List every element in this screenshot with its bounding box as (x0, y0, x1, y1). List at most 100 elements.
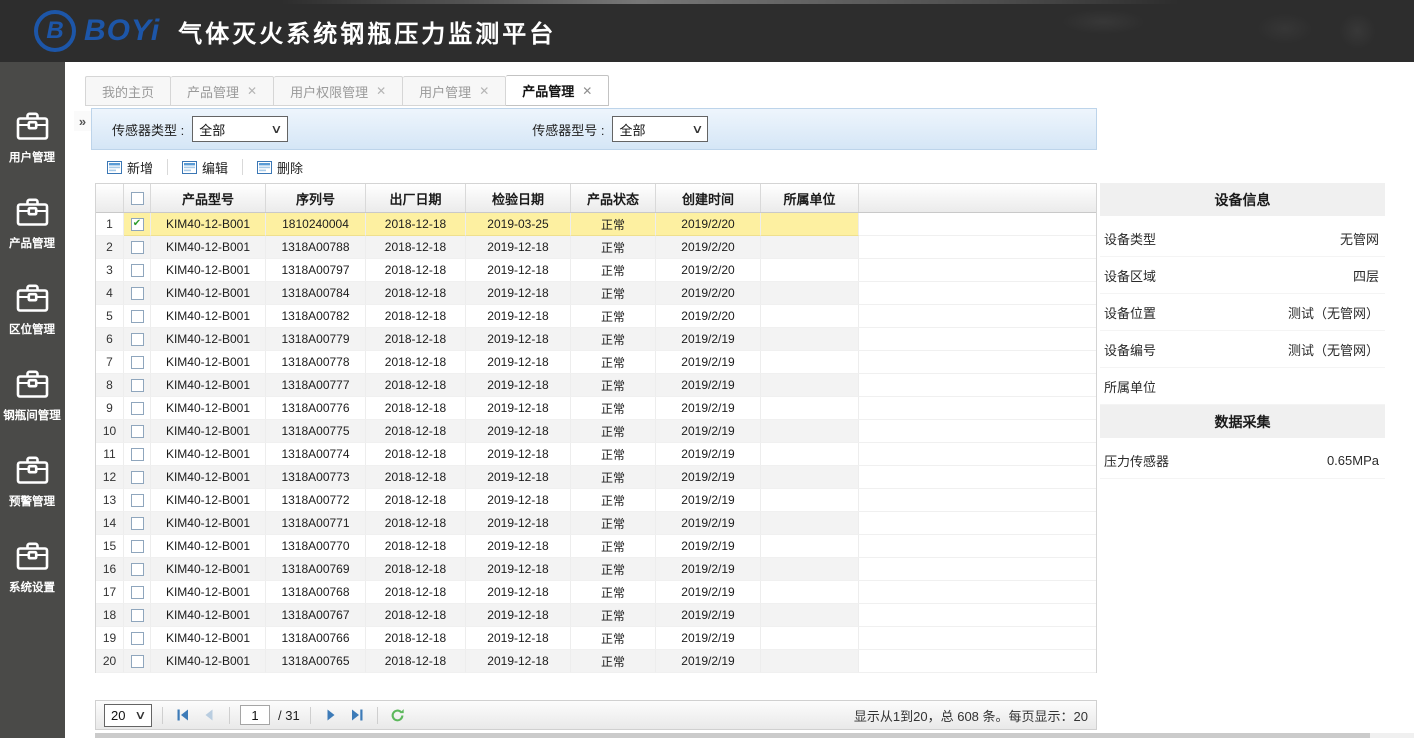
sidebar-item-区位管理[interactable]: 区位管理 (0, 262, 65, 348)
row-checkbox[interactable] (131, 402, 144, 415)
table-row[interactable]: 18KIM40-12-B0011318A007672018-12-182019-… (96, 604, 1096, 627)
cell-所属单位 (761, 282, 859, 305)
row-checkbox[interactable] (131, 448, 144, 461)
scrollbar-thumb[interactable] (95, 733, 1370, 738)
cell-产品状态: 正常 (571, 282, 656, 305)
column-header-创建时间[interactable]: 创建时间 (656, 184, 761, 212)
column-header-序列号[interactable]: 序列号 (266, 184, 366, 212)
next-page-button[interactable] (321, 705, 341, 725)
sensor-type-select[interactable]: 全部 ∨ (192, 116, 288, 142)
last-page-button[interactable] (347, 705, 367, 725)
row-checkbox[interactable] (131, 356, 144, 369)
refresh-button[interactable] (388, 705, 408, 725)
row-checkbox[interactable] (131, 310, 144, 323)
sensor-type-label: 传感器类型 : (112, 120, 184, 139)
row-checkbox[interactable] (131, 264, 144, 277)
cell-产品型号: KIM40-12-B001 (151, 627, 266, 650)
table-row[interactable]: 2KIM40-12-B0011318A007882018-12-182019-1… (96, 236, 1096, 259)
row-checkbox[interactable] (131, 655, 144, 668)
sidebar-item-产品管理[interactable]: 产品管理 (0, 176, 65, 262)
table-row[interactable]: 6KIM40-12-B0011318A007792018-12-182019-1… (96, 328, 1096, 351)
sidebar-item-label: 区位管理 (9, 320, 55, 336)
table-row[interactable]: 17KIM40-12-B0011318A007682018-12-182019-… (96, 581, 1096, 604)
select-all-checkbox[interactable] (131, 192, 144, 205)
cell-序列号: 1810240004 (266, 213, 366, 236)
row-checkbox[interactable] (131, 471, 144, 484)
tab-产品管理[interactable]: 产品管理✕ (171, 76, 274, 106)
first-page-button[interactable] (173, 705, 193, 725)
cell-所属单位 (761, 236, 859, 259)
column-header-产品状态[interactable]: 产品状态 (571, 184, 656, 212)
cell-filler (859, 374, 1096, 397)
row-number: 4 (96, 282, 124, 305)
toolbar-button-删除[interactable]: 删除 (249, 155, 311, 180)
table-row[interactable]: 16KIM40-12-B0011318A007692018-12-182019-… (96, 558, 1096, 581)
horizontal-scrollbar[interactable] (95, 733, 1414, 738)
row-checkbox[interactable] (131, 379, 144, 392)
toolbar-button-编辑[interactable]: 编辑 (174, 155, 236, 180)
table-row[interactable]: 9KIM40-12-B0011318A007762018-12-182019-1… (96, 397, 1096, 420)
row-checkbox[interactable] (131, 494, 144, 507)
page-number-input[interactable] (240, 705, 270, 725)
tab-用户权限管理[interactable]: 用户权限管理✕ (274, 76, 403, 106)
sidebar-item-系统设置[interactable]: 系统设置 (0, 520, 65, 606)
sensor-model-select[interactable]: 全部 ∨ (612, 116, 708, 142)
cell-出厂日期: 2018-12-18 (366, 443, 466, 466)
row-checkbox[interactable] (131, 540, 144, 553)
table-row[interactable]: 19KIM40-12-B0011318A007662018-12-182019-… (96, 627, 1096, 650)
sidebar-item-用户管理[interactable]: 用户管理 (0, 90, 65, 176)
tab-用户管理[interactable]: 用户管理✕ (403, 76, 506, 106)
close-icon[interactable]: ✕ (582, 85, 592, 97)
close-icon[interactable]: ✕ (376, 85, 386, 97)
row-checkbox[interactable] (131, 218, 144, 231)
row-checkbox[interactable] (131, 287, 144, 300)
prev-page-button[interactable] (199, 705, 219, 725)
row-number: 13 (96, 489, 124, 512)
row-checkbox[interactable] (131, 586, 144, 599)
table-row[interactable]: 4KIM40-12-B0011318A007842018-12-182019-1… (96, 282, 1096, 305)
cell-所属单位 (761, 351, 859, 374)
row-checkbox[interactable] (131, 425, 144, 438)
cell-创建时间: 2019/2/19 (656, 466, 761, 489)
table-row[interactable]: 15KIM40-12-B0011318A007702018-12-182019-… (96, 535, 1096, 558)
tab-我的主页[interactable]: 我的主页 (85, 76, 171, 106)
column-header-所属单位[interactable]: 所属单位 (761, 184, 859, 212)
close-icon[interactable]: ✕ (479, 85, 489, 97)
table-row[interactable]: 14KIM40-12-B0011318A007712018-12-182019-… (96, 512, 1096, 535)
row-number: 12 (96, 466, 124, 489)
cell-产品型号: KIM40-12-B001 (151, 489, 266, 512)
row-checkbox[interactable] (131, 333, 144, 346)
cell-序列号: 1318A00788 (266, 236, 366, 259)
table-row[interactable]: 11KIM40-12-B0011318A007742018-12-182019-… (96, 443, 1096, 466)
column-header-检验日期[interactable]: 检验日期 (466, 184, 571, 212)
table-row[interactable]: 3KIM40-12-B0011318A007972018-12-182019-1… (96, 259, 1096, 282)
table-row[interactable]: 1KIM40-12-B00118102400042018-12-182019-0… (96, 213, 1096, 236)
filter-bar: 传感器类型 : 全部 ∨ 传感器型号 : 全部 ∨ (91, 108, 1097, 150)
row-checkbox[interactable] (131, 609, 144, 622)
row-checkbox[interactable] (131, 517, 144, 530)
row-checkbox[interactable] (131, 563, 144, 576)
sidebar-item-预警管理[interactable]: 预警管理 (0, 434, 65, 520)
table-row[interactable]: 10KIM40-12-B0011318A007752018-12-182019-… (96, 420, 1096, 443)
table-row[interactable]: 13KIM40-12-B0011318A007722018-12-182019-… (96, 489, 1096, 512)
toolbar-button-新增[interactable]: 新增 (99, 155, 161, 180)
table-row[interactable]: 12KIM40-12-B0011318A007732018-12-182019-… (96, 466, 1096, 489)
row-checkbox[interactable] (131, 241, 144, 254)
cell-filler (859, 650, 1096, 673)
table-row[interactable]: 8KIM40-12-B0011318A007772018-12-182019-1… (96, 374, 1096, 397)
close-icon[interactable]: ✕ (247, 85, 257, 97)
first-page-icon (177, 709, 189, 721)
page-size-select[interactable]: 20 ∨ (104, 704, 152, 727)
row-checkbox[interactable] (131, 632, 144, 645)
table-row[interactable]: 7KIM40-12-B0011318A007782018-12-182019-1… (96, 351, 1096, 374)
form-icon (257, 160, 272, 175)
column-header-出厂日期[interactable]: 出厂日期 (366, 184, 466, 212)
column-header-产品型号[interactable]: 产品型号 (151, 184, 266, 212)
table-row[interactable]: 20KIM40-12-B0011318A007652018-12-182019-… (96, 650, 1096, 673)
tab-产品管理[interactable]: 产品管理✕ (506, 75, 609, 106)
cell-出厂日期: 2018-12-18 (366, 420, 466, 443)
cell-filler (859, 443, 1096, 466)
collapse-panel-button[interactable]: » (74, 111, 91, 131)
sidebar-item-钢瓶间管理[interactable]: 钢瓶间管理 (0, 348, 65, 434)
table-row[interactable]: 5KIM40-12-B0011318A007822018-12-182019-1… (96, 305, 1096, 328)
